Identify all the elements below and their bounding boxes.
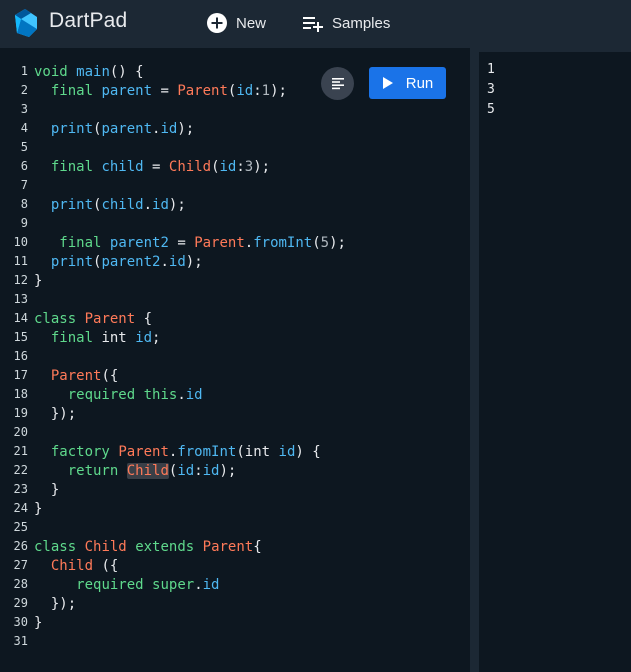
playlist-add-icon xyxy=(303,17,323,32)
add-circle-icon xyxy=(207,13,227,33)
line-number: 1 xyxy=(20,64,28,78)
code-line[interactable]: } xyxy=(34,615,42,631)
format-button[interactable] xyxy=(321,67,354,100)
code-line[interactable]: final child = Child(id:3); xyxy=(34,159,270,175)
app-title: DartPad xyxy=(49,9,128,32)
line-number: 18 xyxy=(13,387,28,401)
line-number: 13 xyxy=(13,292,28,306)
code-line[interactable]: final parent = Parent(id:1); xyxy=(34,83,287,99)
line-number: 7 xyxy=(20,178,28,192)
line-number: 10 xyxy=(13,235,28,249)
line-number: 22 xyxy=(13,463,28,477)
code-line[interactable]: void main() { xyxy=(34,64,144,80)
code-line[interactable]: factory Parent.fromInt(int id) { xyxy=(34,444,321,460)
line-number: 14 xyxy=(13,311,28,325)
code-line[interactable]: required super.id xyxy=(34,577,219,593)
line-number: 20 xyxy=(13,425,28,439)
code-line[interactable]: class Parent { xyxy=(34,311,152,327)
new-button-label: New xyxy=(236,14,267,32)
line-number: 24 xyxy=(13,501,28,515)
code-line[interactable]: } xyxy=(34,482,59,498)
run-button[interactable]: Run xyxy=(369,67,446,99)
console-line: 1 xyxy=(487,62,495,77)
code-token: main xyxy=(76,64,110,80)
line-number: 15 xyxy=(13,330,28,344)
code-line[interactable]: print(child.id); xyxy=(34,197,186,213)
line-number: 21 xyxy=(13,444,28,458)
line-number: 31 xyxy=(13,634,28,648)
code-line[interactable]: print(parent2.id); xyxy=(34,254,203,270)
code-line[interactable]: final parent2 = Parent.fromInt(5); xyxy=(34,235,346,251)
console-output: 1 3 5 xyxy=(479,52,631,672)
code-line[interactable]: }); xyxy=(34,406,76,422)
console-line: 3 xyxy=(487,82,495,97)
line-number: 23 xyxy=(13,482,28,496)
line-number: 9 xyxy=(20,216,28,230)
code-line[interactable]: }); xyxy=(34,596,76,612)
line-number: 28 xyxy=(13,577,28,591)
code-line[interactable]: Parent({ xyxy=(34,368,118,384)
format-align-icon xyxy=(331,77,344,89)
console-line: 5 xyxy=(487,102,495,117)
line-number: 27 xyxy=(13,558,28,572)
code-line[interactable]: print(parent.id); xyxy=(34,121,194,137)
code-token: void xyxy=(34,64,68,80)
code-line[interactable]: final int id; xyxy=(34,330,161,346)
line-number: 3 xyxy=(20,102,28,116)
line-number: 16 xyxy=(13,349,28,363)
line-number: 25 xyxy=(13,520,28,534)
line-number: 17 xyxy=(13,368,28,382)
line-number: 30 xyxy=(13,615,28,629)
line-number: 5 xyxy=(20,140,28,154)
code-line[interactable]: required this.id xyxy=(34,387,203,403)
panel-splitter[interactable] xyxy=(470,48,479,672)
code-editor[interactable]: 1 2 3 4 5 6 7 8 9 10 11 12 13 14 15 16 1… xyxy=(0,48,470,672)
run-button-label: Run xyxy=(405,74,434,92)
code-line[interactable]: } xyxy=(34,273,42,289)
line-number: 6 xyxy=(20,159,28,173)
samples-button-label: Samples xyxy=(332,14,391,32)
new-button[interactable]: New xyxy=(206,11,266,35)
line-number: 2 xyxy=(20,83,28,97)
samples-button[interactable]: Samples xyxy=(302,11,390,35)
line-number: 11 xyxy=(13,254,28,268)
line-number: 8 xyxy=(20,197,28,211)
code-line[interactable]: class Child extends Parent{ xyxy=(34,539,262,555)
line-number: 29 xyxy=(13,596,28,610)
code-line[interactable]: Child ({ xyxy=(34,558,118,574)
app-header: DartPad New Samples xyxy=(0,0,631,48)
line-number: 26 xyxy=(13,539,28,553)
dart-logo-icon[interactable] xyxy=(9,7,41,39)
line-number: 12 xyxy=(13,273,28,287)
line-number-gutter: 1 2 3 4 5 6 7 8 9 10 11 12 13 14 15 16 1… xyxy=(0,48,30,672)
code-line[interactable]: } xyxy=(34,501,42,517)
code-line[interactable]: return Child(id:id); xyxy=(34,463,236,479)
line-number: 4 xyxy=(20,121,28,135)
play-icon xyxy=(382,77,393,89)
line-number: 19 xyxy=(13,406,28,420)
